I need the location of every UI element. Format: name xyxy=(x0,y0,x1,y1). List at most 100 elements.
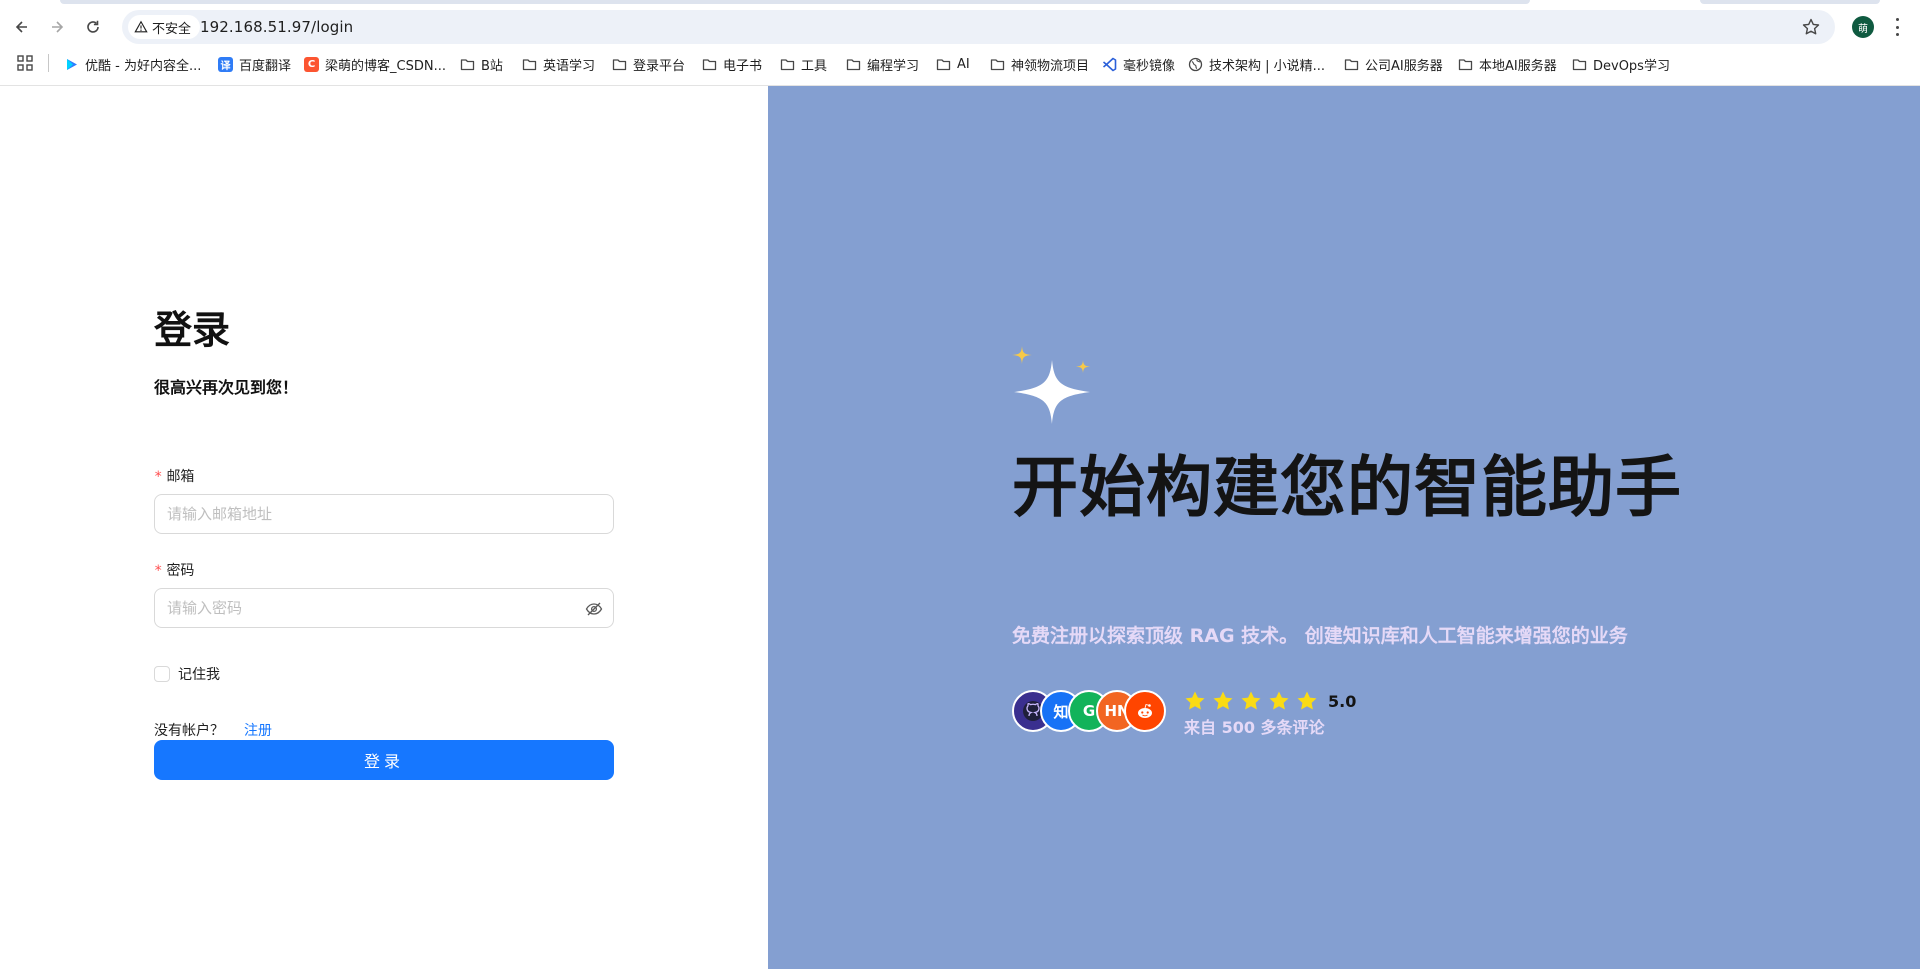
youku-icon xyxy=(64,57,79,72)
bookmark-label: 公司AI服务器 xyxy=(1365,58,1443,74)
signup-row: 没有帐户？ 注册 xyxy=(154,720,272,740)
bookmark-folder-bilibili[interactable]: B站 xyxy=(460,52,503,76)
email-label: * 邮箱 xyxy=(154,466,194,486)
bookmark-label: 毫秒镜像 xyxy=(1123,58,1176,74)
csdn-icon: C xyxy=(304,56,319,72)
bookmark-label: AI xyxy=(957,56,970,72)
hero-panel: 开始构建您的智能助手 免费注册以探索顶级 RAG 技术。 创建知识库和人工智能来… xyxy=(768,86,1920,969)
bookmark-baidu-translate[interactable]: 译 百度翻译 xyxy=(218,52,291,76)
bookmark-folder-devops[interactable]: DevOps学习 xyxy=(1572,52,1670,76)
security-label: 不安全 xyxy=(152,21,192,37)
bookmark-folder-local-ai[interactable]: 本地AI服务器 xyxy=(1458,52,1557,76)
bookmark-tech-arch[interactable]: 技术架构 | 小说精... xyxy=(1188,52,1325,76)
back-button[interactable] xyxy=(7,12,37,42)
browser-menu-button[interactable] xyxy=(1894,18,1900,36)
bookmark-folder-tools[interactable]: 工具 xyxy=(780,52,827,76)
browser-chrome: 不安全 192.168.51.97/login 萌 优酷 - 为好内容全... … xyxy=(0,0,1920,86)
star-icon xyxy=(1213,691,1233,710)
toolbar: 不安全 192.168.51.97/login 萌 xyxy=(0,8,1920,46)
star-icon xyxy=(1185,691,1205,710)
bookmark-folder-ebooks[interactable]: 电子书 xyxy=(702,52,762,76)
bookmark-csdn[interactable]: C 梁萌的博客_CSDN... xyxy=(304,52,446,76)
tab-strip xyxy=(0,0,1920,5)
bookmark-label: 英语学习 xyxy=(543,58,596,74)
bookmark-youku[interactable]: 优酷 - 为好内容全... xyxy=(64,52,201,76)
sparkle-icon xyxy=(1012,346,1090,424)
email-input[interactable] xyxy=(167,495,567,533)
email-field[interactable] xyxy=(154,494,614,534)
rating-score: 5.0 xyxy=(1328,691,1357,711)
bookmark-label: 登录平台 xyxy=(633,58,686,74)
bookmark-folder-logistics[interactable]: 神领物流项目 xyxy=(990,52,1089,76)
remember-me[interactable]: 记住我 xyxy=(154,664,220,684)
password-label-text: 密码 xyxy=(166,563,195,579)
bookmarks-bar: 优酷 - 为好内容全... 译 百度翻译 C 梁萌的博客_CSDN... B站 … xyxy=(0,52,1920,84)
rating-block: 5.0 来自 500 多条评论 xyxy=(1184,690,1356,738)
bookmark-label: B站 xyxy=(481,58,503,74)
login-form: 登录 很高兴再次见到您！ *邮箱 *密码 记住我 xyxy=(154,308,614,780)
login-button[interactable]: 登录 xyxy=(154,740,614,780)
remember-checkbox[interactable] xyxy=(154,666,170,682)
bookmark-label: 优酷 - 为好内容全... xyxy=(85,58,202,74)
bookmarks-divider xyxy=(48,54,49,72)
required-mark: * xyxy=(154,563,163,579)
bookmark-folder-english[interactable]: 英语学习 xyxy=(522,52,595,76)
bookmark-label: 编程学习 xyxy=(867,58,920,74)
bookmark-folder-company-ai[interactable]: 公司AI服务器 xyxy=(1344,52,1443,76)
page-subtitle: 很高兴再次见到您！ xyxy=(154,378,299,397)
folder-icon xyxy=(522,57,537,72)
arrow-right-icon xyxy=(52,21,64,33)
bookmark-mirror[interactable]: 毫秒镜像 xyxy=(1102,52,1175,76)
hero-tagline: 免费注册以探索顶级 RAG 技术。 创建知识库和人工智能来增强您的业务 xyxy=(1012,625,1628,647)
profile-avatar[interactable]: 萌 xyxy=(1852,16,1874,38)
star-icon xyxy=(1297,691,1317,710)
site-security-chip[interactable]: 不安全 xyxy=(128,15,201,39)
folder-icon xyxy=(1344,57,1359,72)
bookmark-folder-login-platform[interactable]: 登录平台 xyxy=(612,52,685,76)
password-label: * 密码 xyxy=(154,560,194,580)
folder-icon xyxy=(780,57,795,72)
reload-icon xyxy=(87,20,99,33)
address-bar[interactable]: 不安全 192.168.51.97/login xyxy=(122,10,1835,44)
bookmark-folder-ai[interactable]: AI xyxy=(936,52,970,76)
bookmark-label: DevOps学习 xyxy=(1593,58,1670,74)
signup-link[interactable]: 注册 xyxy=(244,723,272,739)
password-field[interactable] xyxy=(154,588,614,628)
bookmark-label: 梁萌的博客_CSDN... xyxy=(325,58,446,74)
forward-button[interactable] xyxy=(42,12,72,42)
apps-grid-icon[interactable] xyxy=(17,55,33,71)
folder-icon xyxy=(702,57,717,72)
folder-icon xyxy=(936,57,951,72)
eye-invisible-icon[interactable] xyxy=(585,600,603,618)
no-account-text: 没有帐户？ xyxy=(154,723,224,739)
reviews-count: 来自 500 多条评论 xyxy=(1184,718,1325,737)
page-title: 登录 xyxy=(154,308,231,352)
bookmark-star-icon[interactable] xyxy=(1801,17,1821,37)
folder-icon xyxy=(612,57,627,72)
password-input[interactable] xyxy=(167,589,567,627)
hero-headline: 开始构建您的智能助手 xyxy=(1012,449,1682,526)
login-page: 登录 很高兴再次见到您！ *邮箱 *密码 记住我 xyxy=(0,86,1920,969)
dot xyxy=(1895,25,1899,29)
rating-stars: 5.0 xyxy=(1184,690,1356,712)
bookmark-label: 电子书 xyxy=(723,58,763,74)
dot xyxy=(1895,18,1899,21)
required-mark: * xyxy=(154,469,163,485)
reload-button[interactable] xyxy=(78,12,108,42)
warning-icon xyxy=(134,20,148,33)
email-label-text: 邮箱 xyxy=(166,469,195,485)
reddit-icon xyxy=(1124,690,1166,732)
folder-icon xyxy=(1572,57,1587,72)
folder-icon xyxy=(990,57,1005,72)
folder-icon xyxy=(846,57,861,72)
bookmark-label: 神领物流项目 xyxy=(1011,58,1090,74)
url-text[interactable]: 192.168.51.97/login xyxy=(200,18,353,36)
bookmark-folder-programming[interactable]: 编程学习 xyxy=(846,52,919,76)
tab-strip-active[interactable] xyxy=(60,0,1530,4)
bookmark-label: 技术架构 | 小说精... xyxy=(1209,58,1326,74)
star-icon xyxy=(1269,691,1289,710)
baidu-translate-icon: 译 xyxy=(218,56,233,72)
community-avatars: 知 G HN xyxy=(1012,690,1172,734)
tab-strip-other[interactable] xyxy=(1700,0,1880,4)
remember-label: 记住我 xyxy=(178,667,220,683)
